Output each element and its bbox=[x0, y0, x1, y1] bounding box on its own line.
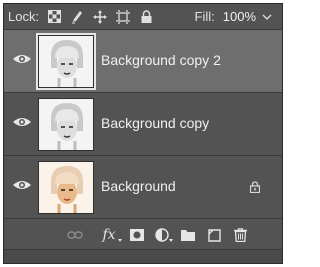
chevron-down-icon[interactable] bbox=[262, 11, 274, 23]
layers-toolbar: fx bbox=[4, 221, 282, 249]
link-layers-icon[interactable] bbox=[66, 227, 84, 243]
fill-value[interactable]: 100% bbox=[223, 9, 256, 24]
lock-position-icon[interactable] bbox=[92, 9, 108, 25]
lock-transparent-pixels-icon[interactable] bbox=[46, 9, 62, 25]
lock-image-pixels-icon[interactable] bbox=[69, 9, 85, 25]
layer-thumbnail[interactable] bbox=[36, 33, 96, 90]
layer-mask-icon[interactable] bbox=[128, 227, 146, 243]
layer-name[interactable]: Background copy 2 bbox=[101, 52, 221, 68]
trash-icon[interactable] bbox=[231, 227, 249, 243]
lock-bar: Lock: Fill: 100% bbox=[4, 4, 282, 29]
layer-thumbnail[interactable] bbox=[38, 161, 94, 214]
lock-icon[interactable] bbox=[249, 180, 261, 194]
layers-panel: Lock: Fill: 100% Background copy 2 Backg… bbox=[3, 3, 283, 264]
panel-footer bbox=[4, 249, 282, 263]
layer-name[interactable]: Background bbox=[101, 178, 176, 194]
eye-icon[interactable] bbox=[12, 178, 32, 192]
layer-name[interactable]: Background copy bbox=[101, 115, 209, 131]
group-folder-icon[interactable] bbox=[179, 227, 197, 243]
adjustment-layer-icon[interactable] bbox=[153, 227, 173, 243]
layer-row-background-copy-2[interactable]: Background copy 2 bbox=[4, 30, 282, 93]
layer-style-icon[interactable]: fx bbox=[98, 227, 122, 243]
layer-row-background[interactable]: Background bbox=[4, 156, 282, 219]
layer-thumbnail[interactable] bbox=[38, 98, 94, 151]
layers-list: Background copy 2 Background copy Backgr… bbox=[4, 30, 282, 220]
fx-label: fx bbox=[102, 227, 116, 243]
lock-all-icon[interactable] bbox=[138, 9, 154, 25]
fill-label: Fill: bbox=[194, 9, 215, 24]
lock-artboard-icon[interactable] bbox=[115, 9, 131, 25]
eye-icon[interactable] bbox=[12, 115, 32, 129]
eye-icon[interactable] bbox=[12, 52, 32, 66]
new-layer-icon[interactable] bbox=[205, 227, 223, 243]
lock-label: Lock: bbox=[8, 9, 40, 24]
layer-row-background-copy[interactable]: Background copy bbox=[4, 93, 282, 156]
